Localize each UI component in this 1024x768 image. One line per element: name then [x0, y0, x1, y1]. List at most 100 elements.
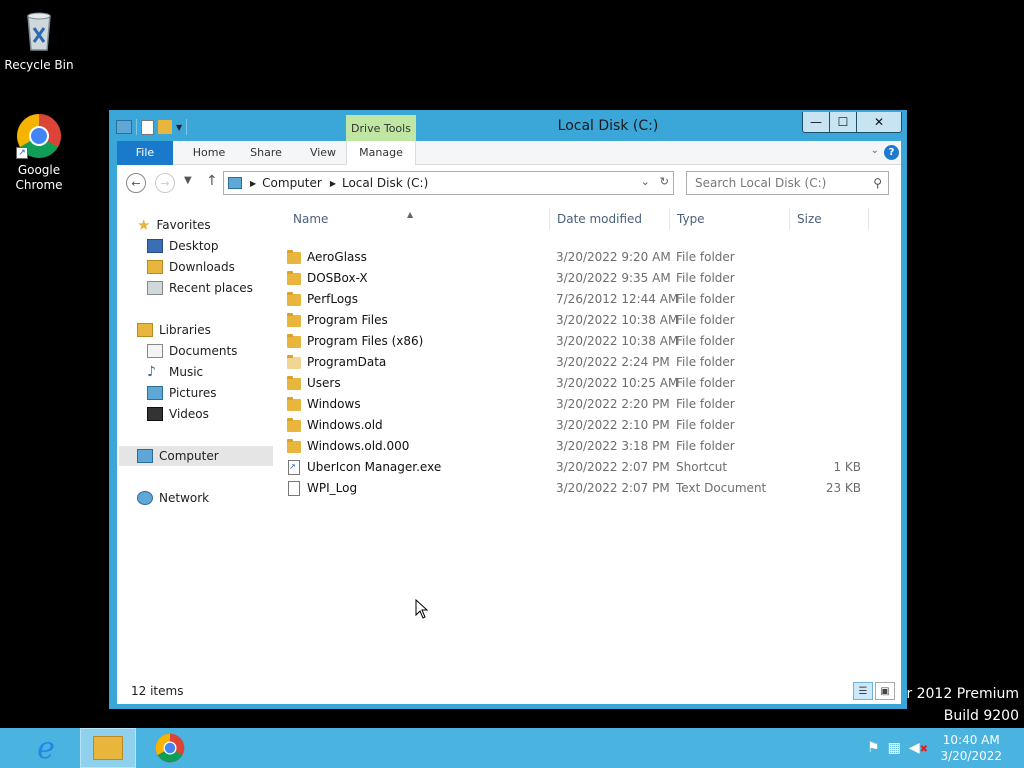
music-icon: ♪ — [147, 364, 156, 380]
breadcrumb-computer[interactable]: Computer — [262, 176, 322, 190]
nav-videos[interactable]: Videos — [147, 404, 209, 424]
tab-manage[interactable]: Manage — [346, 141, 416, 165]
up-arrow-icon[interactable]: ↑ — [206, 173, 218, 189]
nav-label: Recent places — [169, 281, 253, 295]
desktop-icon-recycle-bin[interactable]: Recycle Bin — [1, 8, 77, 73]
search-input[interactable]: Search Local Disk (C:) ⚲ — [686, 171, 889, 195]
shortcut-icon — [288, 456, 300, 477]
breadcrumb-separator-icon[interactable]: ▶ — [330, 179, 336, 188]
star-icon: ★ — [137, 216, 151, 234]
ribbon-tabs: File Home Share View Manage ⌄ ? — [117, 141, 901, 165]
file-name: UberIcon Manager.exe — [307, 460, 442, 474]
file-type: File folder — [676, 334, 735, 348]
chrome-icon — [155, 733, 185, 763]
nav-network[interactable]: Network — [137, 488, 209, 508]
nav-recent-places[interactable]: Recent places — [147, 278, 253, 298]
maximize-icon: ☐ — [837, 115, 849, 129]
column-header-type[interactable]: Type — [669, 208, 789, 230]
title-bar[interactable]: ▼ Drive Tools Local Disk (C:) — ☐ ✕ — [110, 111, 906, 143]
close-icon: ✕ — [873, 115, 885, 129]
file-row[interactable]: WPI_Log 3/20/2022 2:07 PM Text Document … — [279, 478, 879, 499]
nav-computer[interactable]: Computer — [119, 446, 273, 466]
watermark-line-1: er 2012 Premium — [897, 686, 1019, 702]
nav-desktop[interactable]: Desktop — [147, 236, 219, 256]
system-clock[interactable]: 10:40 AM 3/20/2022 — [940, 732, 1002, 764]
navigation-pane: ★ Favorites Desktop Downloads Recent pla… — [117, 205, 275, 679]
minimize-button[interactable]: — — [802, 112, 830, 133]
folder-icon — [287, 396, 301, 411]
maximize-button[interactable]: ☐ — [829, 112, 857, 133]
file-date: 3/20/2022 2:20 PM — [556, 397, 670, 411]
file-row[interactable]: Program Files 3/20/2022 10:38 AM File fo… — [279, 310, 879, 331]
file-row[interactable]: AeroGlass 3/20/2022 9:20 AM File folder — [279, 247, 879, 268]
address-bar[interactable]: ▶ Computer ▶ Local Disk (C:) ⌄ ↻ — [223, 171, 674, 195]
view-switcher: ☰ ▣ — [853, 682, 895, 700]
tab-home[interactable]: Home — [179, 141, 239, 165]
file-row[interactable]: ProgramData 3/20/2022 2:24 PM File folde… — [279, 352, 879, 373]
back-button[interactable]: ← — [126, 173, 146, 193]
tab-view[interactable]: View — [293, 141, 353, 165]
action-center-flag-icon[interactable]: ⚑ — [867, 740, 880, 756]
explorer-window: ▼ Drive Tools Local Disk (C:) — ☐ ✕ File… — [109, 110, 907, 709]
nav-music[interactable]: ♪ Music — [147, 362, 203, 382]
taskbar-internet-explorer[interactable]: e — [18, 728, 74, 768]
file-date: 3/20/2022 2:24 PM — [556, 355, 670, 369]
file-name: PerfLogs — [307, 292, 359, 306]
file-type: File folder — [676, 418, 735, 432]
file-row[interactable]: UberIcon Manager.exe 3/20/2022 2:07 PM S… — [279, 456, 879, 478]
file-row[interactable]: Windows.old 3/20/2022 2:10 PM File folde… — [279, 415, 879, 436]
taskbar-file-explorer[interactable] — [80, 728, 136, 768]
recent-locations-icon[interactable]: ▼ — [184, 175, 192, 186]
file-row[interactable]: DOSBox-X 3/20/2022 9:35 AM File folder — [279, 268, 879, 289]
nav-label: Libraries — [159, 323, 211, 337]
nav-documents[interactable]: Documents — [147, 341, 237, 361]
file-date: 3/20/2022 10:38 AM — [556, 334, 679, 348]
forward-button[interactable]: → — [155, 173, 175, 193]
pictures-icon — [147, 386, 163, 400]
folder-icon — [287, 333, 301, 348]
file-row[interactable]: Users 3/20/2022 10:25 AM File folder — [279, 373, 879, 394]
nav-favorites[interactable]: ★ Favorites — [137, 215, 211, 235]
nav-downloads[interactable]: Downloads — [147, 257, 235, 277]
file-type: File folder — [676, 355, 735, 369]
file-name: AeroGlass — [307, 250, 367, 264]
large-icons-view-icon[interactable]: ▣ — [875, 682, 895, 700]
clock-time: 10:40 AM — [942, 733, 1000, 747]
close-button[interactable]: ✕ — [856, 112, 902, 133]
network-status-icon[interactable]: ▦ — [888, 740, 901, 756]
refresh-icon[interactable]: ↻ — [660, 175, 669, 188]
file-date: 3/20/2022 2:10 PM — [556, 418, 670, 432]
taskbar-google-chrome[interactable] — [142, 728, 198, 768]
file-row[interactable]: Program Files (x86) 3/20/2022 10:38 AM F… — [279, 331, 879, 352]
breadcrumb-separator-icon[interactable]: ▶ — [250, 179, 256, 188]
file-date: 3/20/2022 2:07 PM — [556, 481, 670, 495]
details-view-icon[interactable]: ☰ — [853, 682, 873, 700]
search-icon[interactable]: ⚲ — [873, 172, 882, 194]
address-dropdown-icon[interactable]: ⌄ — [641, 175, 650, 188]
file-date: 3/20/2022 10:25 AM — [556, 376, 679, 390]
column-header-size[interactable]: Size — [789, 208, 869, 230]
help-icon[interactable]: ? — [884, 145, 899, 160]
folder-icon — [287, 312, 301, 327]
tab-file[interactable]: File — [117, 141, 173, 165]
text-document-icon — [288, 481, 300, 496]
file-name-cell: ProgramData — [287, 352, 386, 373]
column-header-name[interactable]: ▲ Name — [279, 208, 549, 230]
file-date: 3/20/2022 9:20 AM — [556, 250, 671, 264]
system-tray: ⚑ ▦ ◀✖ — [867, 740, 928, 756]
column-header-date[interactable]: Date modified — [549, 208, 669, 230]
folder-icon — [287, 375, 301, 390]
file-date: 3/20/2022 9:35 AM — [556, 271, 671, 285]
file-type: File folder — [676, 397, 735, 411]
volume-muted-icon[interactable]: ◀✖ — [909, 740, 928, 756]
file-name-cell: Users — [287, 373, 341, 394]
nav-libraries[interactable]: Libraries — [137, 320, 211, 340]
nav-pictures[interactable]: Pictures — [147, 383, 217, 403]
file-row[interactable]: PerfLogs 7/26/2012 12:44 AM File folder — [279, 289, 879, 310]
tab-share[interactable]: Share — [239, 141, 293, 165]
expand-ribbon-icon[interactable]: ⌄ — [871, 145, 879, 156]
file-row[interactable]: Windows 3/20/2022 2:20 PM File folder — [279, 394, 879, 415]
file-row[interactable]: Windows.old.000 3/20/2022 3:18 PM File f… — [279, 436, 879, 457]
breadcrumb-local-disk[interactable]: Local Disk (C:) — [342, 176, 428, 190]
desktop-icon-google-chrome[interactable]: ↗ Google Chrome — [1, 113, 77, 193]
